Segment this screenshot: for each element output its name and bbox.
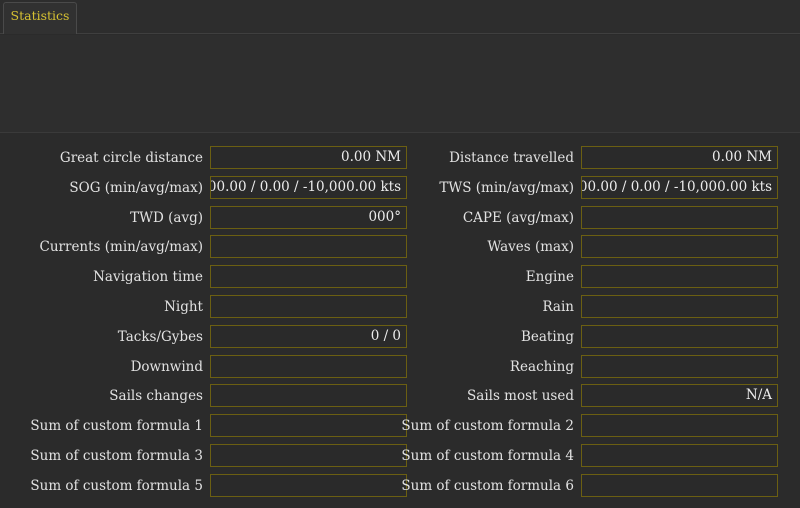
stat-row: Navigation time Engine	[0, 265, 800, 289]
distance-travelled-label: Distance travelled	[449, 150, 574, 166]
currents-label: Currents (min/avg/max)	[39, 239, 203, 256]
custom-formula-3-field[interactable]	[210, 444, 407, 467]
sails-most-used-label: Sails most used	[467, 388, 574, 405]
custom-formula-1-label: Sum of custom formula 1	[30, 418, 203, 435]
night-field[interactable]	[210, 295, 407, 318]
sails-changes-label: Sails changes	[109, 388, 203, 405]
custom-formula-5-label: Sum of custom formula 5	[30, 477, 203, 494]
rain-label: Rain	[542, 299, 574, 315]
cape-field[interactable]	[581, 205, 778, 229]
downwind-label: Downwind	[130, 358, 203, 375]
custom-formula-6-field[interactable]	[581, 473, 778, 497]
custom-formula-1-field[interactable]	[210, 414, 407, 438]
reaching-field[interactable]	[581, 354, 778, 378]
stat-row: Sum of custom formula 1 Sum of custom fo…	[0, 414, 800, 438]
custom-formula-4-label: Sum of custom formula 4	[401, 448, 574, 464]
stat-row: Downwind Reaching	[0, 354, 800, 379]
navigation-time-field[interactable]	[210, 265, 407, 289]
tws-label: TWS (min/avg/max)	[439, 179, 574, 196]
twd-field[interactable]: 000°	[210, 205, 407, 229]
sails-changes-field[interactable]	[210, 384, 407, 408]
stat-row: Great circle distance 0.00 NM Distance t…	[0, 146, 800, 170]
downwind-field[interactable]	[210, 354, 407, 378]
beating-field[interactable]	[581, 324, 778, 348]
custom-formula-3-label: Sum of custom formula 3	[30, 448, 203, 464]
reaching-label: Reaching	[509, 358, 574, 375]
custom-formula-6-label: Sum of custom formula 6	[401, 477, 574, 494]
custom-formula-2-label: Sum of custom formula 2	[401, 418, 574, 435]
waves-label: Waves (max)	[487, 239, 574, 256]
sog-field[interactable]: 10,000.00 / 0.00 / -10,000.00 kts	[210, 175, 407, 199]
top-panel	[0, 35, 800, 133]
cape-label: CAPE (avg/max)	[462, 209, 574, 226]
beating-label: Beating	[520, 328, 574, 345]
stat-row: TWD (avg) 000° CAPE (avg/max)	[0, 205, 800, 230]
custom-formula-2-field[interactable]	[581, 414, 778, 438]
stat-row: Tacks/Gybes 0 / 0 Beating	[0, 324, 800, 349]
stat-row: Sails changes Sails most used N/A	[0, 384, 800, 408]
tacks-gybes-field[interactable]: 0 / 0	[210, 324, 407, 348]
stat-row: Sum of custom formula 5 Sum of custom fo…	[0, 473, 800, 498]
currents-field[interactable]	[210, 235, 407, 259]
tws-value: 10,000.00 / 0.00 / -10,000.00 kts	[581, 178, 772, 195]
engine-label: Engine	[525, 269, 574, 286]
distance-travelled-field[interactable]: 0.00 NM	[581, 146, 778, 169]
tab-statistics[interactable]: Statistics	[3, 2, 77, 34]
stat-row: SOG (min/avg/max) 10,000.00 / 0.00 / -10…	[0, 175, 800, 200]
great-circle-distance-label: Great circle distance	[59, 150, 203, 166]
sog-label: SOG (min/avg/max)	[69, 179, 203, 196]
navigation-time-label: Navigation time	[93, 269, 203, 286]
great-circle-distance-field[interactable]: 0.00 NM	[210, 146, 407, 169]
waves-field[interactable]	[581, 235, 778, 259]
stat-row: Currents (min/avg/max) Waves (max)	[0, 235, 800, 259]
tacks-gybes-label: Tacks/Gybes	[117, 328, 203, 345]
tws-field[interactable]: 10,000.00 / 0.00 / -10,000.00 kts	[581, 175, 778, 199]
custom-formula-5-field[interactable]	[210, 473, 407, 497]
sails-most-used-field[interactable]: N/A	[581, 384, 778, 408]
statistics-panel: Great circle distance 0.00 NM Distance t…	[0, 134, 800, 508]
night-label: Night	[164, 299, 203, 315]
custom-formula-4-field[interactable]	[581, 444, 778, 467]
stat-row: Sum of custom formula 3 Sum of custom fo…	[0, 444, 800, 468]
sog-value: 10,000.00 / 0.00 / -10,000.00 kts	[210, 178, 401, 195]
stat-row: Night Rain	[0, 295, 800, 319]
engine-field[interactable]	[581, 265, 778, 289]
rain-field[interactable]	[581, 295, 778, 318]
twd-label: TWD (avg)	[130, 209, 203, 226]
tab-bar: Statistics	[0, 0, 800, 34]
